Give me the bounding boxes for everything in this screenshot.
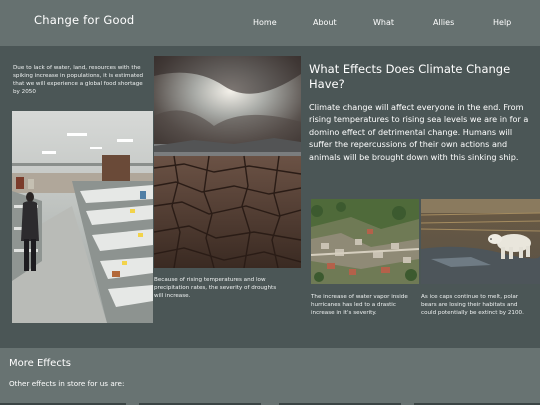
nav-allies[interactable]: Allies <box>433 18 454 27</box>
nav-about[interactable]: About <box>313 18 337 27</box>
nav-what[interactable]: What <box>373 18 394 27</box>
more-effects-title: More Effects <box>9 358 71 369</box>
more-effects-section: More Effects Other effects in store for … <box>0 348 540 405</box>
more-effects-subtitle: Other effects in store for us are: <box>9 379 125 388</box>
empty-shelves-photo <box>12 111 153 323</box>
hurricane-damage-photo <box>311 199 419 284</box>
drought-caption: Because of rising temperatures and low p… <box>154 277 277 299</box>
polar-bear-caption: As ice caps continue to melt, polar bear… <box>421 294 524 316</box>
nav-help[interactable]: Help <box>493 18 511 27</box>
nav-home[interactable]: Home <box>253 18 277 27</box>
site-header: Change for Good Home About What Allies H… <box>0 0 540 46</box>
food-shortage-caption: Due to lack of water, land, resources wi… <box>13 65 144 95</box>
hurricane-caption: The increase of water vapor inside hurri… <box>311 294 408 316</box>
cracked-earth-photo <box>154 56 301 268</box>
brand-logo[interactable]: Change for Good <box>34 13 134 27</box>
section-heading: What Effects Does Climate Change Have? <box>309 62 511 91</box>
climate-change-paragraph: Climate change will affect everyone in t… <box>309 102 529 162</box>
polar-bear-photo <box>421 199 540 284</box>
